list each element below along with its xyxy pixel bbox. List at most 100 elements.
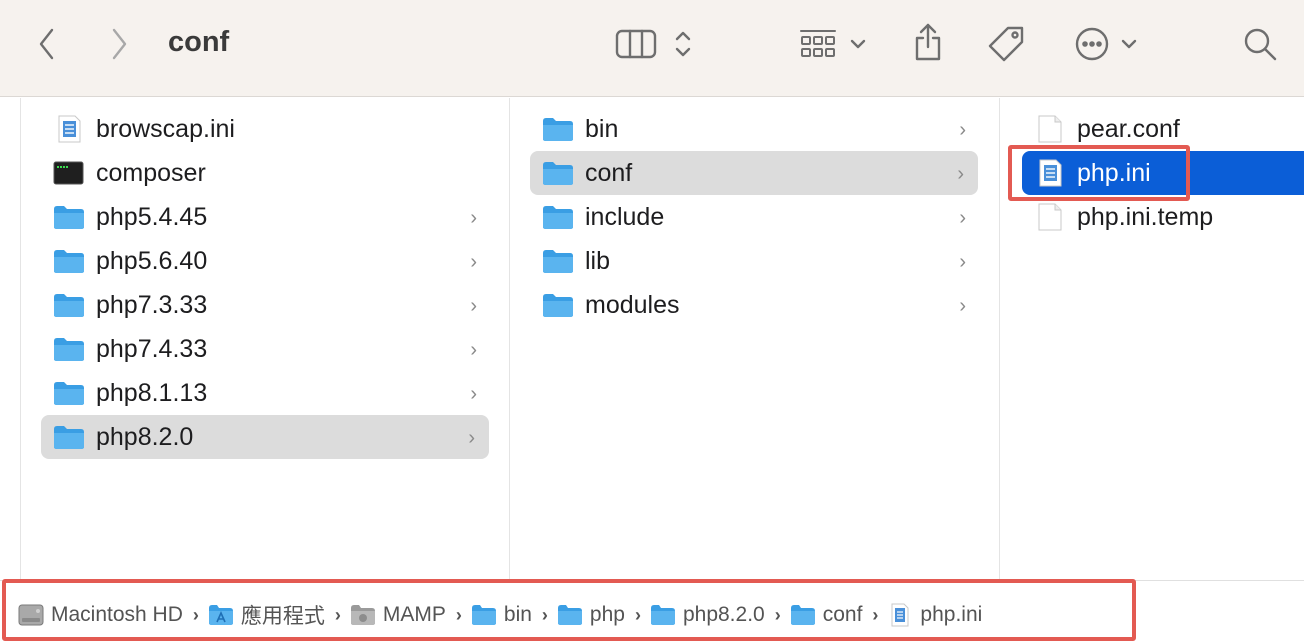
chevron-right-icon: › — [455, 604, 462, 625]
share-button[interactable] — [908, 20, 948, 64]
folder-icon — [557, 603, 583, 627]
chevron-right-icon: › — [470, 295, 477, 317]
list-item[interactable]: include › — [542, 195, 980, 239]
chevron-right-icon: › — [192, 604, 199, 625]
breadcrumb-item[interactable]: 應用程式 — [208, 600, 325, 630]
breadcrumb-label: conf — [822, 603, 863, 626]
breadcrumb-label: php — [589, 603, 625, 626]
list-item-label: lib — [585, 246, 611, 275]
list-item-label: bin — [585, 114, 619, 143]
breadcrumb-label: php8.2.0 — [682, 603, 765, 626]
list-item-label: php8.2.0 — [96, 422, 194, 451]
folder-icon — [53, 247, 85, 275]
list-item-label: php5.4.45 — [96, 202, 208, 231]
chevron-down-icon — [850, 39, 866, 49]
list-item-label: php.ini — [1077, 158, 1151, 187]
breadcrumb-item[interactable]: MAMP — [350, 603, 446, 627]
list-item[interactable]: php5.6.40 › — [53, 239, 491, 283]
breadcrumb-item[interactable]: php — [557, 603, 625, 627]
ini-document-icon — [53, 115, 85, 143]
list-item-label: modules — [585, 290, 680, 319]
list-item-label: php5.6.40 — [96, 246, 208, 275]
breadcrumb-item[interactable]: Macintosh HD — [18, 603, 183, 627]
hard-drive-icon — [18, 603, 44, 627]
folder-icon — [650, 603, 676, 627]
folder-icon — [542, 291, 574, 319]
list-item[interactable]: composer — [53, 151, 491, 195]
list-item[interactable]: php.ini.temp — [1034, 195, 1304, 239]
ini-document-icon — [1034, 159, 1066, 187]
forward-button[interactable] — [102, 24, 136, 64]
search-button[interactable] — [1240, 24, 1280, 64]
list-item[interactable]: bin › — [542, 107, 980, 151]
chevron-right-icon: › — [470, 383, 477, 405]
list-item-label: include — [585, 202, 665, 231]
chevron-down-icon — [1121, 39, 1137, 49]
list-item[interactable]: php5.4.45 › — [53, 195, 491, 239]
chevron-right-icon: › — [334, 604, 341, 625]
chevron-right-icon: › — [959, 251, 966, 273]
folder-icon — [471, 603, 497, 627]
gray-folder-icon — [350, 603, 376, 627]
folder-icon — [53, 203, 85, 231]
breadcrumb-item[interactable]: conf — [790, 603, 863, 627]
folder-icon — [542, 115, 574, 143]
chevron-right-icon: › — [959, 119, 966, 141]
list-item[interactable]: lib › — [542, 239, 980, 283]
more-ellipsis-icon — [1075, 27, 1109, 61]
list-item[interactable]: php8.1.13 › — [53, 371, 491, 415]
folder-icon — [790, 603, 816, 627]
folder-icon — [542, 203, 574, 231]
list-item[interactable]: modules › — [542, 283, 980, 327]
chevron-right-icon — [112, 28, 127, 60]
list-item-label: php.ini.temp — [1077, 202, 1214, 231]
folder-icon — [53, 291, 85, 319]
tag-icon — [988, 26, 1024, 62]
toolbar: conf — [0, 0, 1304, 97]
blank-document-icon — [1034, 203, 1066, 231]
chevron-right-icon: › — [957, 163, 964, 185]
breadcrumb-label: 應用程式 — [240, 605, 325, 628]
chevron-right-icon: › — [634, 604, 641, 625]
list-item-selected[interactable]: php.ini — [1022, 151, 1304, 195]
list-item-label: conf — [585, 158, 633, 187]
ini-document-icon — [887, 603, 913, 627]
list-item[interactable]: browscap.ini — [53, 107, 491, 151]
group-grid-icon — [800, 30, 836, 57]
list-item[interactable]: php7.3.33 › — [53, 283, 491, 327]
chevron-right-icon: › — [872, 604, 879, 625]
tag-button[interactable] — [984, 22, 1028, 66]
chevron-right-icon: › — [470, 207, 477, 229]
breadcrumb-item[interactable]: php8.2.0 — [650, 603, 765, 627]
chevron-right-icon: › — [541, 604, 548, 625]
chevron-left-icon — [39, 28, 54, 60]
list-item-label: browscap.ini — [96, 114, 235, 143]
terminal-exec-icon — [53, 159, 85, 187]
back-button[interactable] — [30, 24, 64, 64]
column-2: bin › conf › include › lib › modules › — [510, 98, 1000, 580]
list-item-label: pear.conf — [1077, 114, 1180, 143]
breadcrumb-label: php.ini — [920, 603, 983, 626]
column-3: pear.conf php.ini php.ini.temp — [1000, 98, 1304, 580]
search-icon — [1244, 28, 1277, 61]
breadcrumb-label: MAMP — [382, 603, 446, 626]
folder-icon — [53, 379, 85, 407]
list-item[interactable]: pear.conf — [1034, 107, 1304, 151]
breadcrumb-label: bin — [503, 603, 532, 626]
breadcrumb-item[interactable]: php.ini — [887, 603, 982, 627]
share-icon — [915, 23, 941, 61]
group-button[interactable] — [796, 24, 870, 64]
folder-icon — [53, 335, 85, 363]
breadcrumb-item[interactable]: bin — [471, 603, 532, 627]
chevron-right-icon: › — [959, 295, 966, 317]
view-mode-button[interactable] — [612, 24, 696, 64]
list-item-selected[interactable]: conf › — [530, 151, 978, 195]
list-item-label: php8.1.13 — [96, 378, 208, 407]
list-item[interactable]: php7.4.33 › — [53, 327, 491, 371]
more-button[interactable] — [1070, 24, 1142, 64]
list-item-selected[interactable]: php8.2.0 › — [41, 415, 489, 459]
column-view-icon — [615, 29, 657, 59]
chevron-right-icon: › — [959, 207, 966, 229]
chevron-right-icon: › — [774, 604, 781, 625]
path-bar: Macintosh HD › 應用程式 › MAMP › bin › php ›… — [0, 580, 1304, 644]
